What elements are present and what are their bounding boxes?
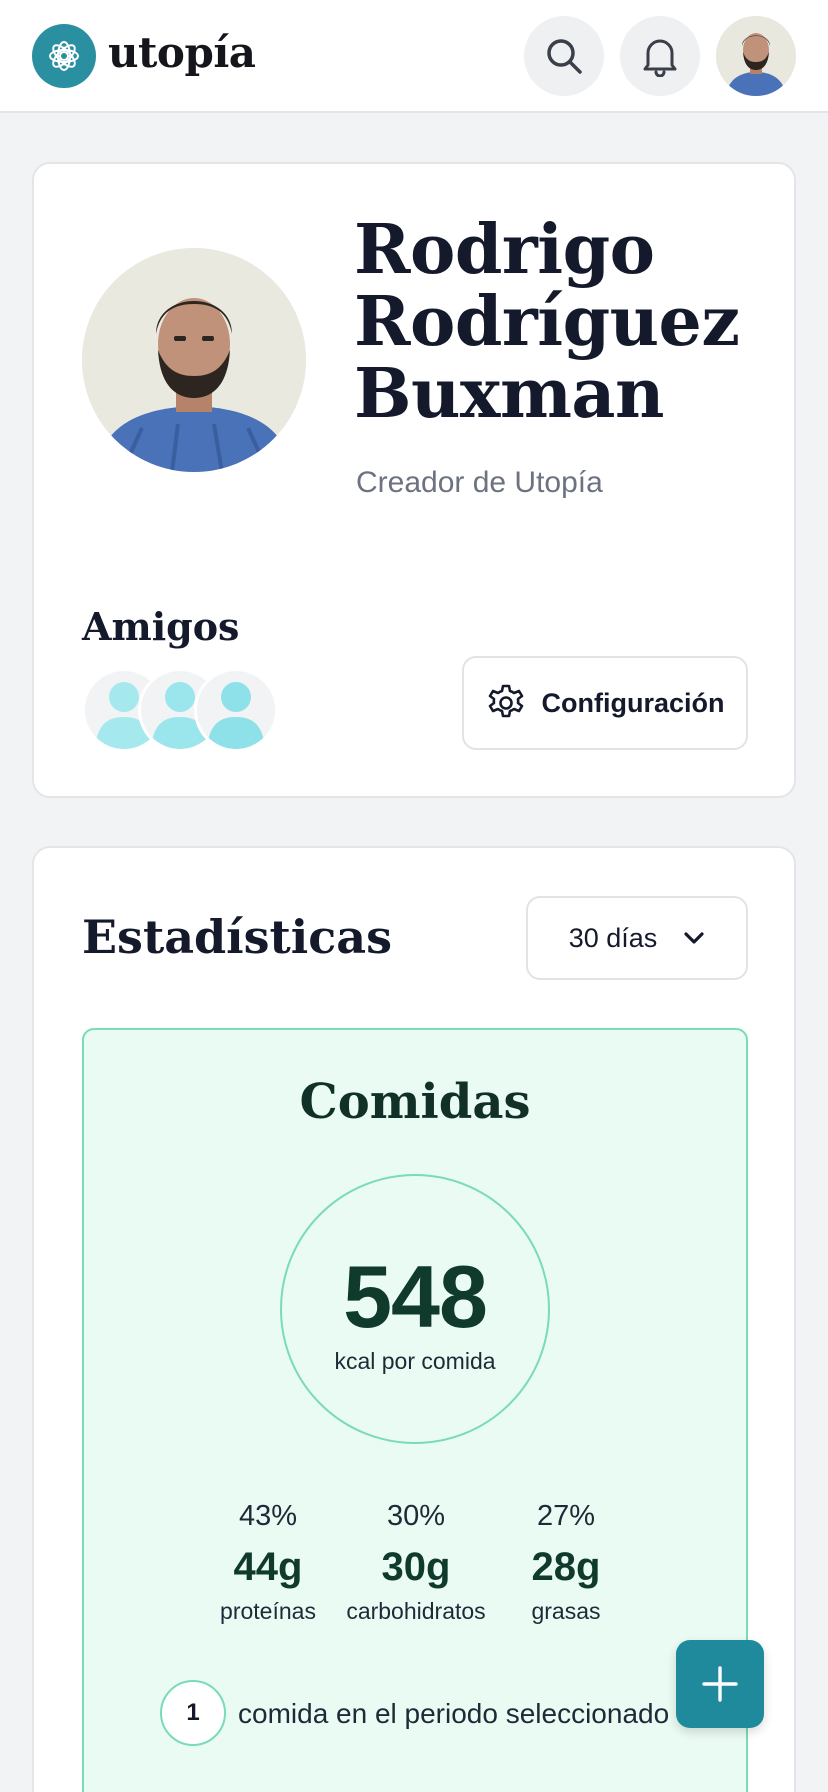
- search-button[interactable]: [524, 16, 604, 96]
- brand-name[interactable]: utopía: [108, 28, 256, 77]
- meals-heading: Comidas: [299, 1074, 531, 1130]
- meals-panel: Comidas 548 kcal por comida 43% 44g prot…: [82, 1028, 748, 1792]
- first-name: Rodrigo: [354, 210, 655, 290]
- profile-name: Rodrigo Rodríguez Buxman: [354, 214, 774, 430]
- last-name-2: Buxman: [354, 354, 664, 434]
- profile-photo: [82, 248, 306, 472]
- macro-pct: 27%: [536, 1500, 596, 1532]
- kcal-value: 548: [343, 1247, 488, 1346]
- meal-count-text: comida en el periodo seleccionado: [238, 1698, 670, 1729]
- settings-label: Configuración: [541, 687, 725, 718]
- kcal-ring: 548 kcal por comida: [280, 1174, 550, 1444]
- flower-logo-icon[interactable]: [32, 24, 96, 88]
- plus-icon: [702, 1666, 738, 1702]
- add-button[interactable]: [676, 1640, 764, 1728]
- profile-subtitle: Creador de Utopía: [356, 466, 603, 499]
- top-header: utopía: [0, 0, 828, 113]
- macro-name: grasas: [531, 1598, 601, 1624]
- user-avatar[interactable]: [716, 16, 796, 96]
- settings-button[interactable]: Configuración: [462, 656, 748, 750]
- stats-heading: Estadísticas: [82, 910, 392, 964]
- friends-avatars[interactable]: [82, 668, 292, 752]
- macro-fat: 27% 28g grasas: [466, 1500, 666, 1625]
- profile-card: Rodrigo Rodríguez Buxman Creador de Utop…: [32, 162, 796, 798]
- bell-icon: [643, 39, 677, 77]
- meal-count-badge: 1: [160, 1680, 226, 1746]
- range-selected-label: 30 días: [568, 922, 658, 953]
- search-icon: [547, 39, 582, 74]
- macro-grams: 28g: [531, 1545, 601, 1589]
- last-name-1: Rodríguez: [354, 282, 740, 362]
- notifications-button[interactable]: [620, 16, 700, 96]
- friend-avatar[interactable]: [194, 668, 278, 752]
- gear-icon: [488, 684, 523, 718]
- friends-heading: Amigos: [82, 604, 240, 649]
- chevron-down-icon: [684, 932, 704, 944]
- range-dropdown[interactable]: 30 días: [526, 896, 748, 980]
- kcal-label: kcal por comida: [334, 1348, 496, 1374]
